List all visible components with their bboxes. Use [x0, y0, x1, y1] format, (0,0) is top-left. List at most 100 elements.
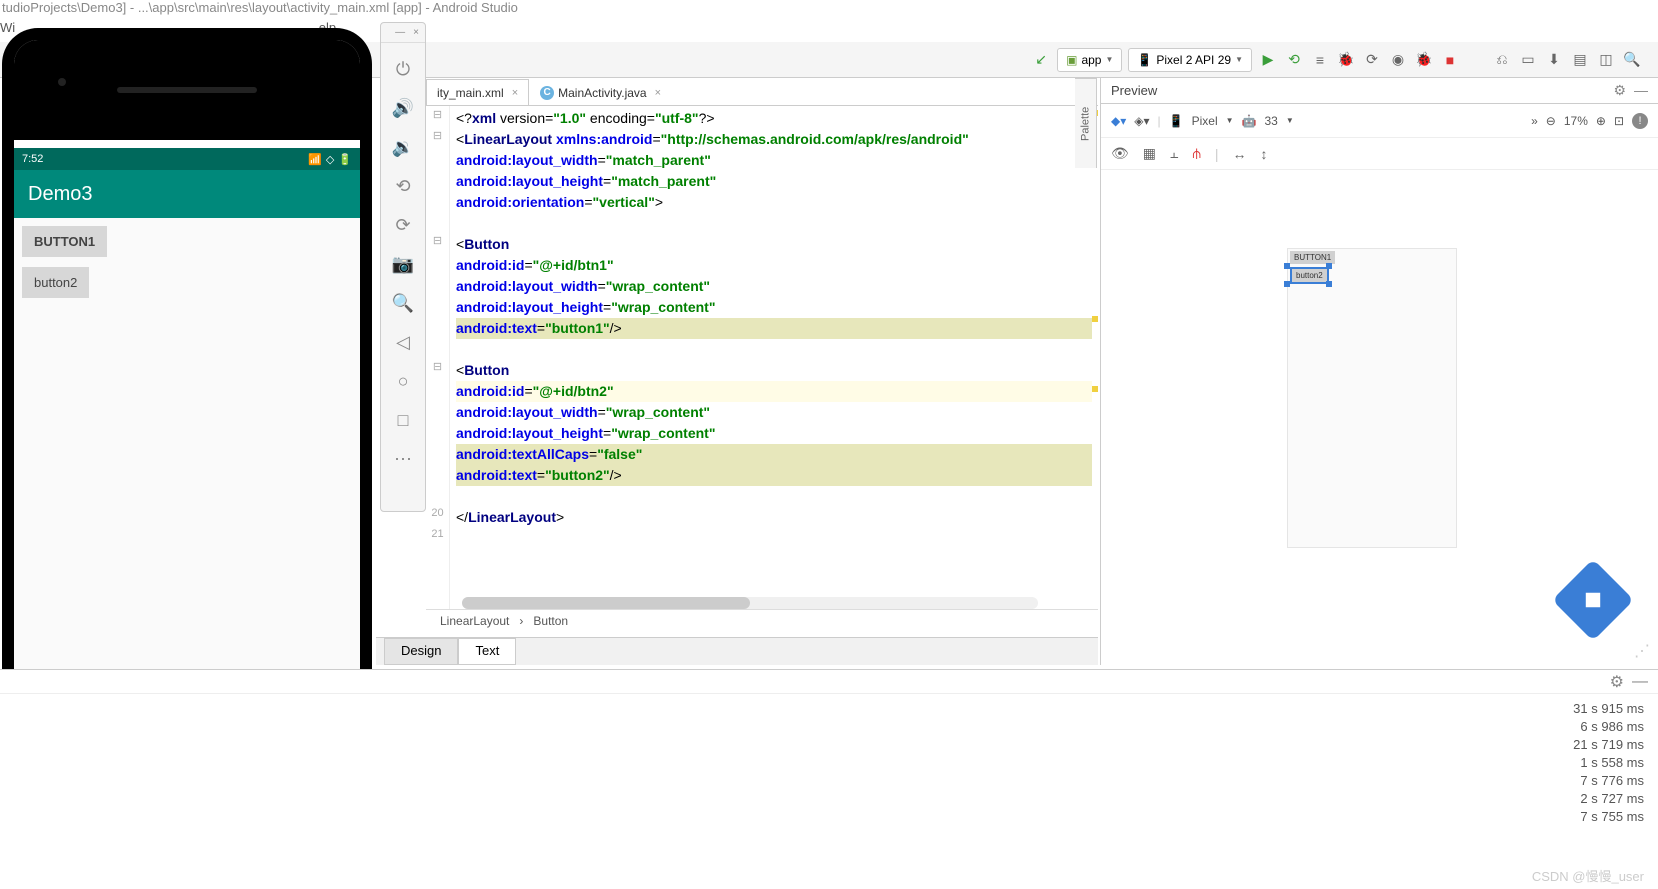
run-icon[interactable]: ▶ — [1258, 50, 1278, 70]
run-config-label: app — [1081, 53, 1101, 67]
selection-handle[interactable] — [1326, 281, 1332, 287]
zoom-level: 17% — [1564, 114, 1588, 128]
stop-icon[interactable]: ■ — [1440, 50, 1460, 70]
log-body: 31 s 915 ms6 s 986 ms21 s 719 ms1 s 558 … — [0, 694, 1658, 832]
java-class-icon: C — [540, 86, 554, 100]
close-icon[interactable]: × — [413, 27, 419, 38]
emulator-button1[interactable]: BUTTON1 — [22, 226, 107, 257]
tab-label: MainActivity.java — [558, 86, 646, 100]
zoom-out-icon[interactable]: ⊖ — [1546, 114, 1556, 128]
code-editor[interactable]: ⊟⊟ ⊟ ⊟ 20 21 <?xml version="1.0" encodin… — [426, 106, 1098, 609]
horizontal-scrollbar[interactable] — [462, 597, 1038, 609]
gutter: ⊟⊟ ⊟ ⊟ 20 21 — [426, 106, 450, 609]
tab-activity-main-xml[interactable]: ity_main.xml × — [426, 79, 529, 105]
selection-handle[interactable] — [1326, 263, 1332, 269]
apply-changes-icon[interactable]: ⟲ — [1284, 50, 1304, 70]
margin-icon[interactable]: ⫛ — [1193, 145, 1201, 162]
tab-design[interactable]: Design — [384, 638, 458, 665]
gear-icon[interactable]: ⚙ — [1610, 672, 1624, 692]
home-icon[interactable]: ○ — [398, 371, 409, 392]
code-area[interactable]: <?xml version="1.0" encoding="utf-8"?><L… — [450, 106, 1098, 609]
caret-icon: ▼ — [1235, 55, 1243, 64]
phone-content: BUTTON1 button2 — [14, 218, 360, 716]
attach-debugger-icon[interactable]: 🐞 — [1414, 50, 1434, 70]
minimize-icon[interactable]: — — [1634, 82, 1648, 99]
git-icon[interactable]: ⎌ — [1492, 50, 1512, 70]
phone-bezel-top — [14, 40, 360, 140]
search-icon[interactable]: 🔍 — [1622, 50, 1642, 70]
build-log-panel: ⚙ — 31 s 915 ms6 s 986 ms21 s 719 ms1 s … — [0, 669, 1658, 889]
selection-handle[interactable] — [1284, 281, 1290, 287]
breadcrumb-item[interactable]: LinearLayout — [440, 614, 509, 628]
more-icon[interactable]: ⋯ — [394, 449, 412, 470]
preview-toolbar: ◆▾ ◈▾ | 📱 Pixel▼ 🤖 33▼ » ⊖ 17% ⊕ ⊡ ! — [1101, 104, 1658, 138]
device-select[interactable]: Pixel — [1192, 114, 1218, 128]
breadcrumb-item[interactable]: Button — [533, 614, 568, 628]
preview-device-frame: BUTTON1 button2 — [1287, 248, 1457, 548]
close-icon[interactable]: × — [655, 87, 661, 99]
tab-text[interactable]: Text — [458, 638, 516, 665]
sync-icon[interactable]: ↙ — [1031, 50, 1051, 70]
power-icon[interactable]: ⏻ — [396, 59, 410, 80]
battery-icon: 🔋 — [338, 153, 352, 166]
phone-status-bar: 7:52 📶 ◇ 🔋 — [14, 148, 360, 170]
resize-handle[interactable]: ⋰ — [1634, 641, 1650, 661]
menu-fragment[interactable]: Wi — [0, 20, 15, 35]
device-dropdown[interactable]: 📱 Pixel 2 API 29 ▼ — [1128, 48, 1252, 72]
more-icon[interactable]: » — [1531, 114, 1538, 128]
zoom-in-icon[interactable]: ⊕ — [1596, 114, 1606, 128]
title-bar: tudioProjects\Demo3] - ...\app\src\main\… — [0, 0, 1658, 20]
expand-v-icon[interactable]: ↕ — [1260, 146, 1267, 162]
run-config-dropdown[interactable]: ▣ app ▼ — [1057, 48, 1122, 72]
debug-icon[interactable]: 🐞 — [1336, 50, 1356, 70]
wifi-icon: 📶 — [308, 153, 322, 166]
gear-icon[interactable]: ⚙ — [1613, 82, 1626, 99]
editor-tabs: ity_main.xml × C MainActivity.java × — [426, 78, 1098, 106]
overview-icon[interactable]: □ — [398, 410, 409, 431]
zoom-icon[interactable]: 🔍 — [392, 293, 414, 314]
surface-icon[interactable]: ◆▾ — [1111, 114, 1126, 128]
watermark: CSDN @慢慢_user — [1532, 866, 1644, 885]
line-number: 21 — [431, 528, 443, 549]
emulator-window-controls: — × — [381, 23, 425, 43]
coverage-icon[interactable]: ⟳ — [1362, 50, 1382, 70]
run-menu-icon[interactable]: ≡ — [1310, 50, 1330, 70]
blueprint-icon[interactable]: ▦ — [1143, 145, 1156, 162]
selection-handle[interactable] — [1284, 263, 1290, 269]
palette-tab[interactable]: Palette — [1075, 78, 1097, 168]
api-select[interactable]: 33 — [1265, 114, 1278, 128]
tab-label: ity_main.xml — [437, 86, 504, 100]
phone-icon: 📱 — [1137, 53, 1152, 67]
eye-icon[interactable]: 👁 — [1111, 145, 1129, 162]
phone-app-bar: Demo3 — [14, 170, 360, 218]
rotate-left-icon[interactable]: ⟲ — [395, 176, 410, 197]
warnings-icon[interactable]: ! — [1632, 113, 1648, 129]
android-icon: 🤖 — [1242, 114, 1257, 128]
resource-icon[interactable]: ◫ — [1596, 50, 1616, 70]
close-icon[interactable]: × — [512, 87, 518, 99]
rotate-right-icon[interactable]: ⟳ — [395, 215, 410, 236]
avd-icon[interactable]: ▭ — [1518, 50, 1538, 70]
emulator-button2[interactable]: button2 — [22, 267, 89, 298]
volume-down-icon[interactable]: 🔉 — [392, 137, 414, 158]
volume-up-icon[interactable]: 🔊 — [392, 98, 414, 119]
minimize-icon[interactable]: — — [1632, 673, 1648, 691]
sdk-icon[interactable]: ⬇ — [1544, 50, 1564, 70]
structure-icon[interactable]: ▤ — [1570, 50, 1590, 70]
camera-icon[interactable]: 📷 — [392, 254, 414, 275]
status-time: 7:52 — [22, 153, 43, 165]
profile-icon[interactable]: ◉ — [1388, 50, 1408, 70]
back-icon[interactable]: ◁ — [396, 332, 410, 353]
expand-h-icon[interactable]: ↔ — [1232, 146, 1246, 162]
guideline-icon[interactable]: ⫠ — [1170, 145, 1178, 162]
orientation-icon[interactable]: ◈▾ — [1134, 114, 1149, 128]
android-icon: ▣ — [1066, 53, 1077, 67]
breadcrumb: LinearLayout › Button — [426, 609, 1098, 631]
phone-speaker — [117, 87, 257, 93]
caret-icon: ▼ — [1105, 55, 1113, 64]
line-number: 20 — [431, 507, 443, 528]
zoom-fit-icon[interactable]: ⊡ — [1614, 114, 1624, 128]
preview-button2-selected[interactable]: button2 — [1290, 267, 1329, 284]
minimize-icon[interactable]: — — [395, 27, 405, 38]
tab-main-activity-java[interactable]: C MainActivity.java × — [529, 79, 672, 105]
